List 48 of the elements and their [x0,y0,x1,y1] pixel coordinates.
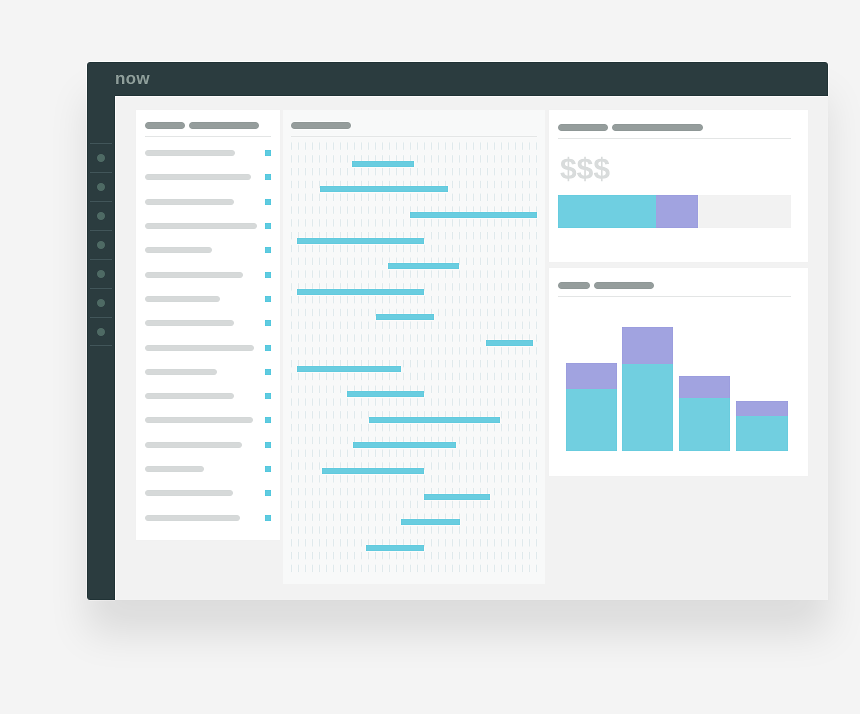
heading-placeholder [558,124,608,131]
square-marker-icon [265,296,271,302]
heading-placeholder [558,282,590,289]
timeline-bar [388,263,459,270]
nav-dot-icon[interactable] [97,328,105,336]
timeline-bar [366,544,424,551]
timeline-bar [424,494,490,500]
bar-segment-upper [679,376,730,398]
nav-dot-icon[interactable] [97,183,105,191]
square-marker-icon [265,393,271,400]
timeline-bar [401,519,460,526]
square-marker-icon [265,174,271,180]
text-placeholder [145,247,212,254]
text-placeholder [145,466,204,472]
square-marker-icon [265,198,271,205]
square-marker-icon [265,272,271,278]
nav-dot-icon[interactable] [97,241,105,249]
nav-dot-icon[interactable] [97,270,105,278]
bar-segment-upper [622,327,673,364]
nav-dot-icon[interactable] [97,299,105,307]
timeline-bar [486,340,533,346]
bar-segment-lower [679,398,730,451]
logo: now [115,69,150,89]
amount-text: $$$ [560,155,612,185]
nav-dot-icon[interactable] [97,154,105,162]
timeline-bar [376,314,434,320]
square-marker-icon [265,466,271,472]
square-marker-icon [265,417,271,424]
text-placeholder [145,368,217,375]
heading-placeholder [145,122,185,129]
heading-placeholder [291,122,351,129]
bar-segment-upper [566,363,617,389]
square-marker-icon [265,368,271,375]
square-marker-icon [265,514,271,521]
square-marker-icon [265,320,271,326]
square-marker-icon [265,490,271,496]
square-marker-icon [265,442,271,448]
bar-segment-lower [736,416,788,451]
bar-segment-upper [736,401,788,416]
timeline-bar [352,160,414,167]
heading-placeholder [594,282,654,289]
square-marker-icon [265,223,271,230]
square-marker-icon [265,247,271,254]
nav-dot-icon[interactable] [97,212,105,220]
square-marker-icon [265,150,271,156]
heading-placeholder [189,122,259,129]
square-marker-icon [265,344,271,351]
bar-segment-lower [566,389,617,451]
